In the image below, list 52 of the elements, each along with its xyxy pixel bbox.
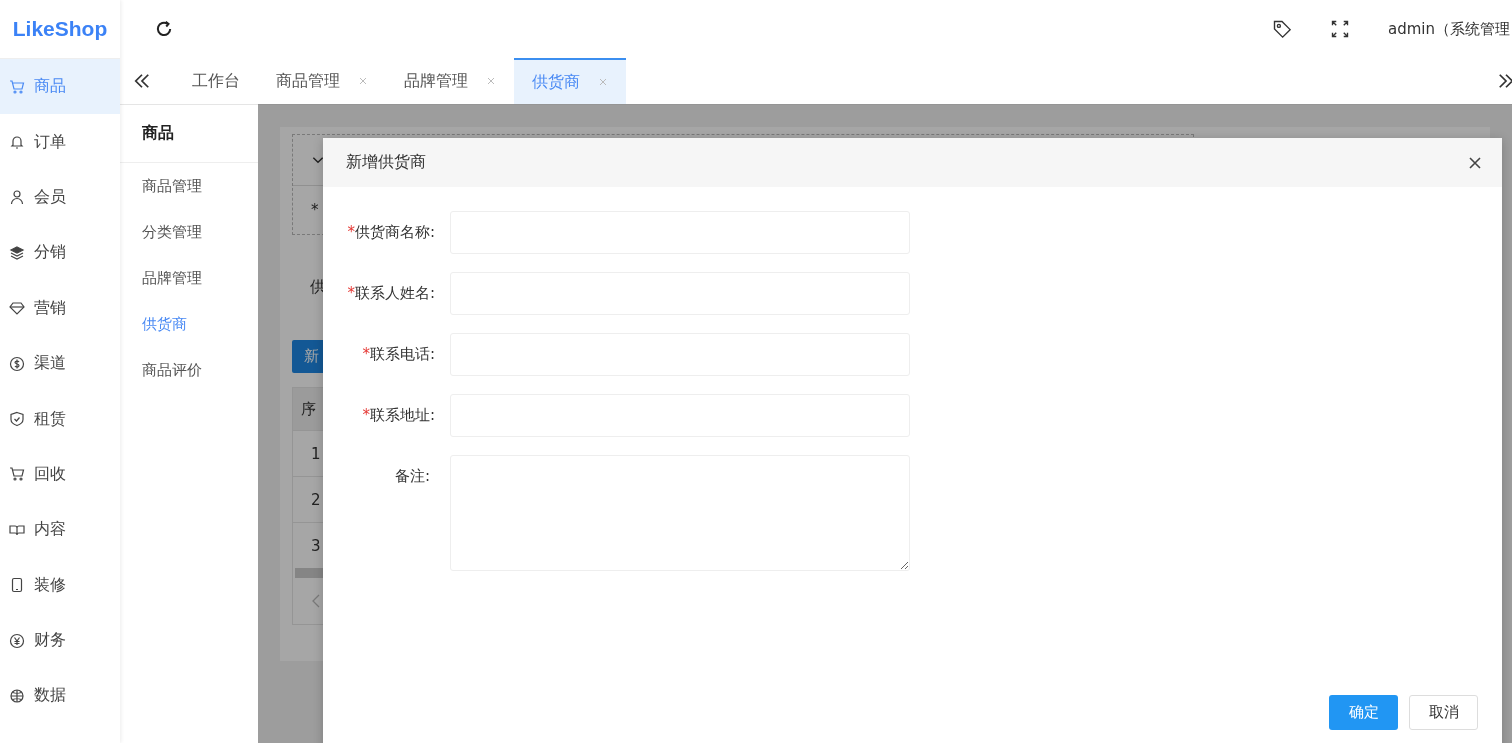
required-mark: * bbox=[311, 201, 319, 219]
shield-icon bbox=[9, 411, 25, 428]
field-label: 供货商名称: bbox=[354, 223, 435, 241]
sidebar-item[interactable]: 会员 bbox=[0, 169, 120, 226]
required-mark: * bbox=[362, 406, 370, 424]
dollar-icon bbox=[9, 355, 25, 372]
sidebar-item[interactable]: 内容 bbox=[0, 502, 120, 558]
required-mark: * bbox=[347, 223, 355, 241]
cart-icon bbox=[9, 466, 25, 483]
yen-icon bbox=[9, 632, 25, 649]
tag-icon[interactable] bbox=[1272, 19, 1292, 39]
sidebar-item[interactable]: 数据 bbox=[0, 668, 120, 724]
bell-icon bbox=[9, 134, 25, 151]
user-name[interactable]: admin（系统管理 bbox=[1388, 19, 1510, 39]
field-label: 备注: bbox=[394, 467, 430, 485]
fullscreen-icon[interactable] bbox=[1330, 19, 1350, 39]
tab[interactable]: 工作台 bbox=[174, 58, 258, 104]
required-mark: * bbox=[347, 284, 355, 302]
field-label: 联系电话: bbox=[369, 345, 435, 363]
diamond-icon bbox=[9, 300, 25, 317]
required-mark: * bbox=[362, 345, 370, 363]
refresh-icon[interactable] bbox=[155, 20, 173, 38]
submenu-item[interactable]: 商品管理 bbox=[120, 163, 258, 209]
logo: LikeShop bbox=[12, 17, 108, 41]
scroll-right-icon[interactable] bbox=[1496, 71, 1512, 91]
scroll-left-icon[interactable] bbox=[132, 71, 152, 91]
cart-icon bbox=[9, 78, 25, 95]
sidebar-item[interactable]: 订单 bbox=[0, 114, 120, 170]
sidebar-item[interactable]: 回收 bbox=[0, 446, 120, 503]
textarea-field[interactable] bbox=[450, 455, 910, 571]
sidebar-item[interactable]: 装修 bbox=[0, 557, 120, 613]
sidebar-item[interactable]: 营销 bbox=[0, 280, 120, 336]
tab[interactable]: 商品管理 bbox=[258, 58, 386, 104]
dialog-title: 新增供货商 bbox=[346, 152, 426, 173]
previous-page-icon[interactable] bbox=[311, 593, 321, 609]
submenu-title: 商品 bbox=[120, 105, 258, 163]
phone-icon bbox=[9, 577, 25, 594]
sidebar-item[interactable]: 分销 bbox=[0, 225, 120, 281]
tab[interactable]: 品牌管理 bbox=[386, 58, 514, 104]
close-icon[interactable] bbox=[1468, 155, 1482, 170]
field-label: 联系地址: bbox=[369, 406, 435, 424]
sidebar-item[interactable]: 租赁 bbox=[0, 391, 120, 447]
field-label: 联系人姓名: bbox=[354, 284, 435, 302]
submenu-item[interactable]: 分类管理 bbox=[120, 209, 258, 255]
layers-icon bbox=[9, 244, 25, 261]
user-icon bbox=[9, 189, 25, 206]
submenu-item[interactable]: 品牌管理 bbox=[120, 255, 258, 301]
globe-icon bbox=[9, 688, 25, 704]
cancel-button[interactable]: 取消 bbox=[1409, 695, 1478, 730]
submenu-item[interactable]: 商品评价 bbox=[120, 347, 258, 393]
sidebar-item[interactable]: 渠道 bbox=[0, 335, 120, 392]
sidebar-item[interactable]: 财务 bbox=[0, 612, 120, 669]
